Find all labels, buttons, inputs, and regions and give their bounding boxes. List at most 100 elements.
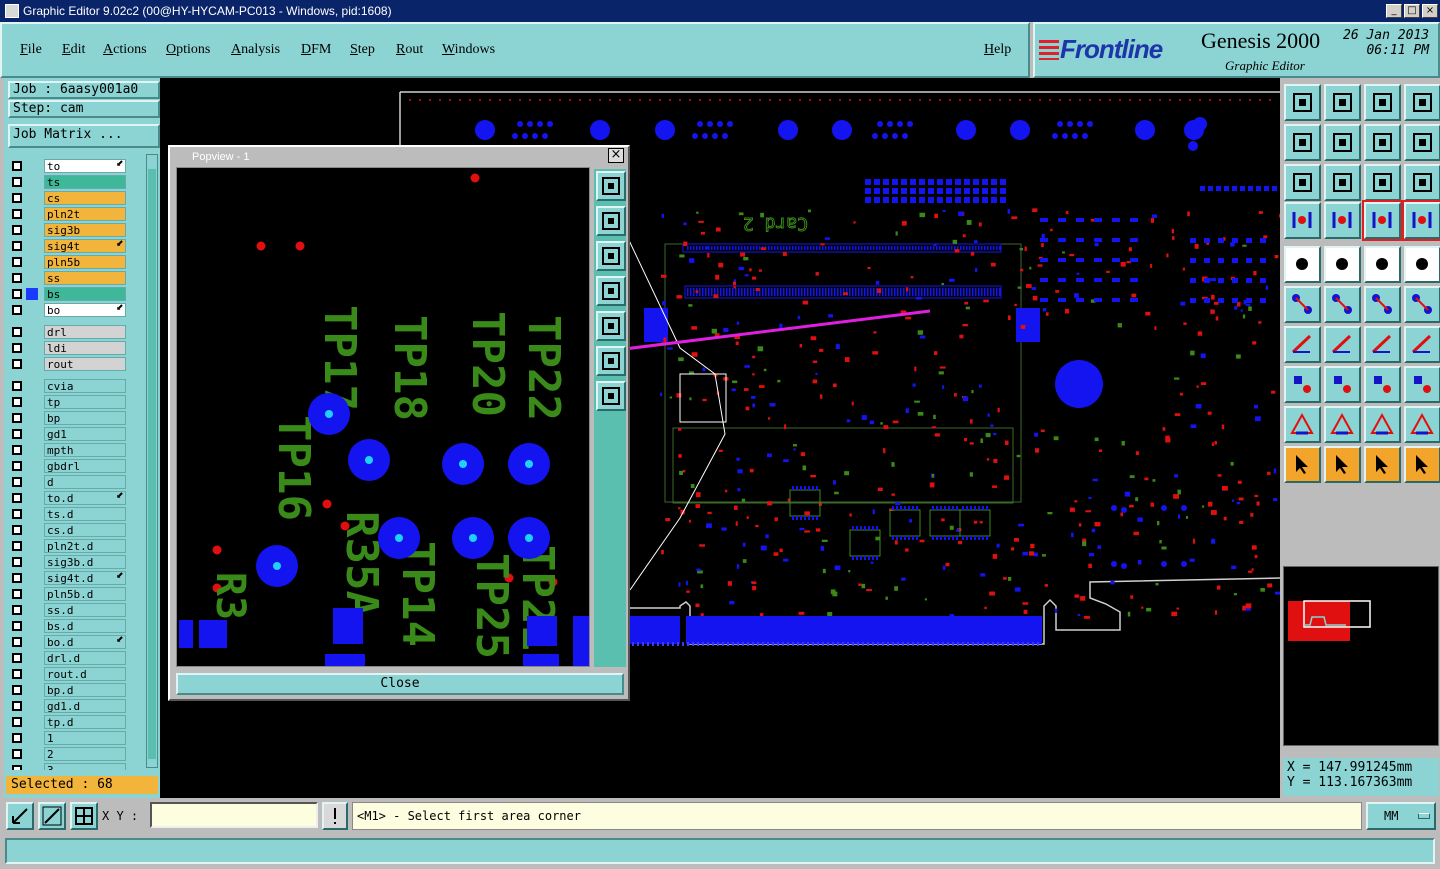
scale-1-2-icon[interactable]: [1364, 164, 1401, 201]
layer-list-scrollbar[interactable]: [146, 154, 158, 768]
resize-icon[interactable]: [1364, 366, 1401, 403]
layer-checkbox[interactable]: [12, 225, 22, 235]
layer-select-swatch[interactable]: [26, 380, 38, 392]
layer-select-swatch[interactable]: [26, 716, 38, 728]
layer-name[interactable]: tp: [44, 395, 126, 409]
layer-select-swatch[interactable]: [26, 604, 38, 616]
pointer-select-icon[interactable]: [1324, 446, 1361, 483]
pointer-route-icon[interactable]: [1404, 446, 1440, 483]
layer-select-swatch[interactable]: [26, 342, 38, 354]
layer-row-pln2t[interactable]: pln2t: [8, 206, 128, 222]
layer-checkbox[interactable]: [12, 493, 22, 503]
layer-checkbox[interactable]: [12, 209, 22, 219]
menu-dfm[interactable]: DFM: [301, 42, 331, 58]
layer-name[interactable]: to.d: [44, 491, 126, 505]
layer-row-sig4t-d[interactable]: sig4t.d ⬋: [8, 570, 128, 586]
menu-windows[interactable]: Windows: [442, 42, 495, 58]
redraw-icon[interactable]: [1404, 124, 1440, 161]
layer-name[interactable]: drl.d: [44, 651, 126, 665]
vertex-icon[interactable]: [1364, 406, 1401, 443]
layer-row-sig4t[interactable]: sig4t ⬋: [8, 238, 128, 254]
maximize-button[interactable]: □: [1404, 4, 1420, 18]
mirror-icon[interactable]: [1404, 326, 1440, 363]
layer-name[interactable]: d: [44, 475, 126, 489]
layer-row-pln2t-d[interactable]: pln2t.d: [8, 538, 128, 554]
layer-select-swatch[interactable]: [26, 256, 38, 268]
pop-fit-icon[interactable]: [596, 346, 626, 376]
layer-select-swatch[interactable]: [26, 358, 38, 370]
layer-row-rout-d[interactable]: rout.d: [8, 666, 128, 682]
layer-select-swatch[interactable]: [26, 412, 38, 424]
layer-select-swatch[interactable]: [26, 636, 38, 648]
layer-checkbox[interactable]: [12, 381, 22, 391]
layer-name[interactable]: gd1: [44, 427, 126, 441]
menu-edit[interactable]: Edit: [62, 42, 85, 58]
layer-name[interactable]: mpth: [44, 443, 126, 457]
layer-checkbox[interactable]: [12, 343, 22, 353]
layer-select-swatch[interactable]: [26, 272, 38, 284]
pan-right-icon[interactable]: [1324, 124, 1361, 161]
scroll-thumb[interactable]: [148, 169, 156, 759]
layer-checkbox[interactable]: [12, 525, 22, 535]
layer-row-d[interactable]: d: [8, 474, 128, 490]
layer-select-swatch[interactable]: [26, 224, 38, 236]
layer-checkbox[interactable]: [12, 305, 22, 315]
layer-checkbox[interactable]: [12, 541, 22, 551]
angle-icon[interactable]: [1284, 326, 1321, 363]
layer-select-swatch[interactable]: [26, 208, 38, 220]
layer-select-swatch[interactable]: [26, 304, 38, 316]
layer-select-swatch[interactable]: [26, 476, 38, 488]
layer-select-swatch[interactable]: [26, 540, 38, 552]
layer-row-ss[interactable]: ss: [8, 270, 128, 286]
layer-checkbox[interactable]: [12, 749, 22, 759]
layer-checkbox[interactable]: [12, 429, 22, 439]
help-icon[interactable]: [1404, 164, 1440, 201]
layer-name[interactable]: ss.d: [44, 603, 126, 617]
layer-name[interactable]: bo: [44, 303, 126, 317]
pop-pan-left-icon[interactable]: [596, 276, 626, 306]
layer-checkbox[interactable]: [12, 445, 22, 455]
layer-row-ts-d[interactable]: ts.d: [8, 506, 128, 522]
pan-left-icon[interactable]: [1284, 124, 1321, 161]
layer-row-ts[interactable]: ts: [8, 174, 128, 190]
layer-checkbox[interactable]: [12, 669, 22, 679]
layer-name[interactable]: to: [44, 159, 126, 173]
alert-icon[interactable]: [322, 802, 348, 830]
connect-icon[interactable]: [1284, 286, 1321, 323]
layer-row-pln5b[interactable]: pln5b: [8, 254, 128, 270]
layer-select-swatch[interactable]: [26, 176, 38, 188]
layer-select-swatch[interactable]: [26, 764, 38, 770]
edit-shape-icon[interactable]: [1404, 406, 1440, 443]
layer-name[interactable]: ts: [44, 175, 126, 189]
layer-select-swatch[interactable]: [26, 556, 38, 568]
layer-checkbox[interactable]: [12, 193, 22, 203]
layer-name[interactable]: tp.d: [44, 715, 126, 729]
layer-row-bo[interactable]: bo ⬋: [8, 302, 128, 318]
layer-name[interactable]: sig3b: [44, 223, 126, 237]
layer-name[interactable]: pln2t.d: [44, 539, 126, 553]
layer-name[interactable]: cs.d: [44, 523, 126, 537]
layer-checkbox[interactable]: [12, 701, 22, 711]
line-icon[interactable]: [1324, 326, 1361, 363]
layer-name[interactable]: sig4t: [44, 239, 126, 253]
layer-checkbox[interactable]: [12, 509, 22, 519]
layer-name[interactable]: gd1.d: [44, 699, 126, 713]
layer-checkbox[interactable]: [12, 359, 22, 369]
snap-pad-icon[interactable]: [1362, 200, 1403, 241]
layer-row-tp[interactable]: tp: [8, 394, 128, 410]
layer-checkbox[interactable]: [12, 589, 22, 599]
menu-actions[interactable]: Actions: [103, 42, 147, 58]
layer-name[interactable]: bs: [44, 287, 126, 301]
job-matrix-button[interactable]: Job Matrix ...: [8, 124, 160, 148]
minimize-button[interactable]: _: [1386, 4, 1402, 18]
layer-name[interactable]: pln5b: [44, 255, 126, 269]
layer-select-swatch[interactable]: [26, 524, 38, 536]
layer-checkbox[interactable]: [12, 257, 22, 267]
layer-checkbox[interactable]: [12, 685, 22, 695]
layer-checkbox[interactable]: [12, 161, 22, 171]
layer-row-gd1[interactable]: gd1: [8, 426, 128, 442]
grid-view-icon[interactable]: [1324, 202, 1361, 239]
snap-line-icon[interactable]: [1402, 200, 1440, 241]
layer-select-swatch[interactable]: [26, 748, 38, 760]
layer-row-bp[interactable]: bp: [8, 410, 128, 426]
